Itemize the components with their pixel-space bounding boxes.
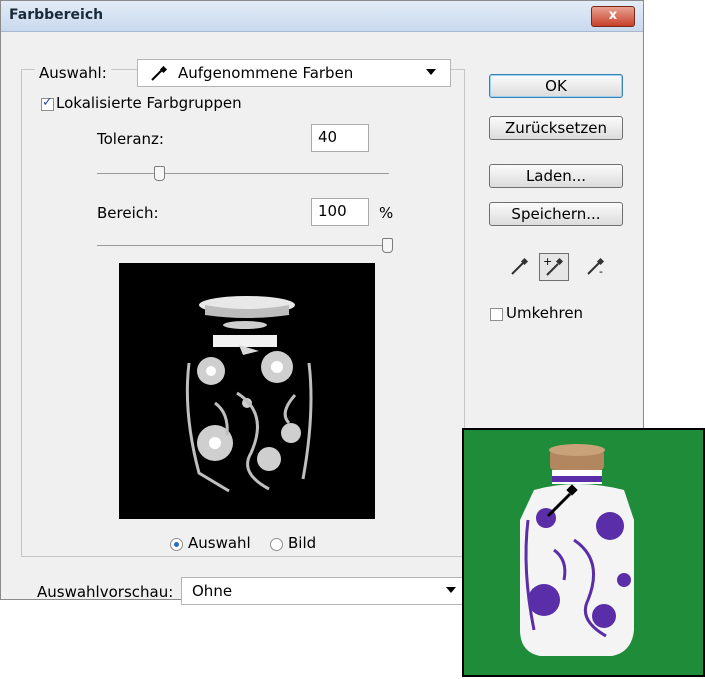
tolerance-slider-track [97, 173, 389, 174]
eyedropper-icon [511, 257, 529, 275]
view-image-radio[interactable] [270, 538, 283, 551]
eyedropper-icon [151, 66, 168, 81]
chevron-down-icon [426, 69, 436, 75]
eyedropper-plus-icon: + [543, 255, 564, 276]
load-button[interactable]: Laden... [489, 164, 623, 188]
view-selection-label: Auswahl [188, 534, 251, 552]
range-slider-track [97, 245, 389, 246]
dialog-title: Farbbereich [9, 7, 104, 23]
preview-mode-dropdown[interactable]: Ohne [181, 577, 471, 605]
localized-label: Lokalisierte Farbgruppen [56, 94, 242, 112]
chevron-down-icon [446, 587, 456, 593]
ok-button[interactable]: OK [489, 74, 623, 98]
svg-text:+: + [543, 255, 552, 268]
selection-label: Auswahl: [35, 64, 111, 82]
bottle-photo [464, 430, 703, 675]
selection-value: Aufgenommene Farben [178, 64, 354, 82]
preview-mode-label: Auswahlvorschau: [37, 583, 174, 601]
preview-mode-value: Ohne [192, 582, 233, 600]
tolerance-slider-thumb[interactable] [154, 166, 165, 181]
range-value: 100 [318, 202, 347, 220]
close-button[interactable]: x [591, 6, 635, 27]
invert-label: Umkehren [506, 304, 584, 322]
view-selection-radio[interactable] [170, 538, 183, 551]
range-slider-thumb[interactable] [382, 238, 393, 253]
close-icon: x [608, 8, 618, 23]
tolerance-input[interactable]: 40 [311, 124, 369, 152]
svg-text:-: - [599, 265, 603, 277]
eyedropper-minus-tool[interactable]: - [585, 257, 607, 278]
reset-button[interactable]: Zurücksetzen [489, 116, 623, 140]
eyedropper-plus-tool[interactable]: + [539, 253, 569, 281]
range-input[interactable]: 100 [311, 198, 369, 226]
title-bar: Farbbereich x [1, 1, 643, 32]
tolerance-label: Toleranz: [97, 130, 164, 148]
selection-preview [119, 263, 375, 519]
eyedropper-minus-icon: - [587, 257, 605, 278]
tolerance-value: 40 [318, 128, 338, 146]
save-button[interactable]: Speichern... [489, 202, 623, 226]
view-image-label: Bild [288, 534, 317, 552]
bottle-mask-image [185, 296, 313, 493]
selection-dropdown[interactable]: Aufgenommene Farben [137, 59, 451, 87]
range-label: Bereich: [97, 204, 159, 222]
eyedropper-tool[interactable] [509, 257, 529, 277]
source-photo-inset [462, 428, 705, 677]
invert-checkbox[interactable] [490, 308, 503, 321]
localized-checkbox[interactable] [41, 95, 54, 111]
range-unit: % [379, 204, 394, 222]
